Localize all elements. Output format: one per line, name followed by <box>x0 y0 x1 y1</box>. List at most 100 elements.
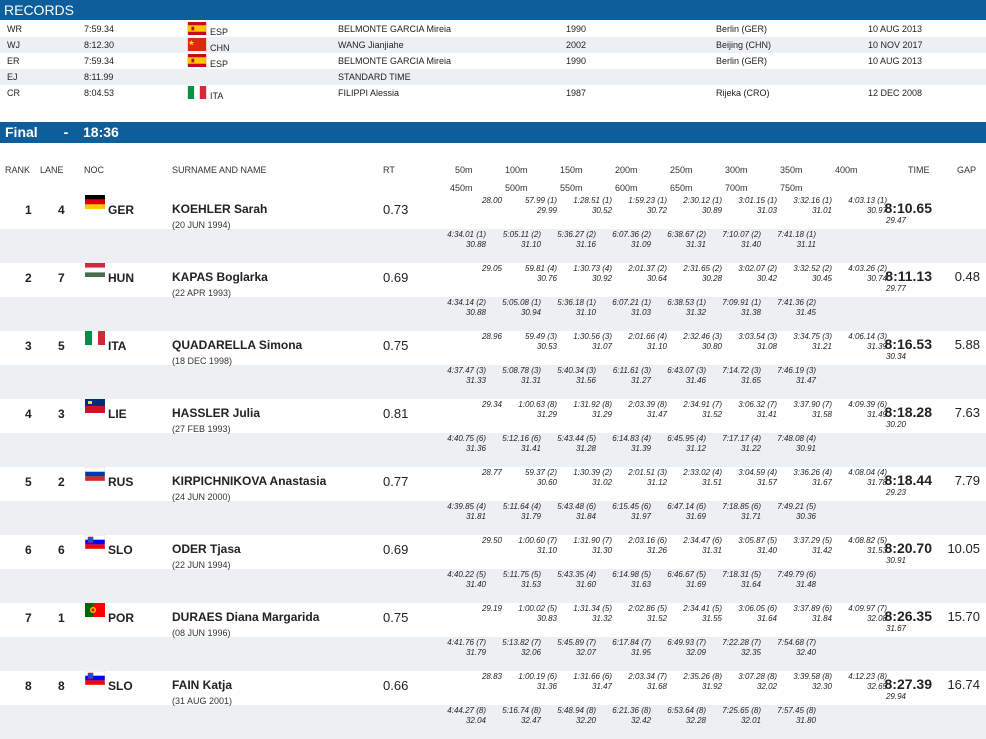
reaction-time: 0.81 <box>383 406 409 421</box>
athlete-dob: (31 AUG 2001) <box>172 696 233 706</box>
flag-hun-icon <box>85 263 105 277</box>
split-cell: 7:49.79 (6) 31.48 <box>746 570 816 590</box>
athlete-row: 2 7 HUN KAPAS Boglarka (22 APR 1993) 0.69 29.0… <box>0 263 986 331</box>
final-time: 8:11.13 <box>885 268 932 284</box>
athlete-dob: (24 JUN 2000) <box>172 492 231 502</box>
flag-esp-icon <box>187 22 207 35</box>
athlete-name[interactable]: KAPAS Boglarka <box>172 270 268 284</box>
split-lap: 32.40 <box>795 648 816 657</box>
flag-slo-icon <box>85 535 105 549</box>
rank-value: 3 <box>25 339 32 353</box>
final-lap: 30.20 <box>885 420 906 429</box>
rank-value: 6 <box>25 543 32 557</box>
record-name: STANDARD TIME <box>338 72 411 82</box>
record-time: 8:04.53 <box>84 88 115 98</box>
noc-code: POR <box>108 611 135 625</box>
header-time: TIME <box>908 165 930 175</box>
split-lap: 31.80 <box>795 716 816 725</box>
split-lap: 30.36 <box>795 512 816 521</box>
final-time: 8:26.35 <box>884 608 932 624</box>
flag-chn-icon <box>187 38 207 51</box>
final-time: 8:27.39 <box>884 676 932 692</box>
rank-value: 7 <box>25 611 32 625</box>
split-cell: 7:57.45 (8) 31.80 <box>746 706 816 726</box>
final-lap: 29.77 <box>885 284 906 293</box>
record-year: 1990 <box>566 24 587 34</box>
reaction-time: 0.75 <box>383 610 409 625</box>
noc-code: GER <box>108 203 135 217</box>
athlete-name[interactable]: KOEHLER Sarah <box>172 202 267 216</box>
final-time: 8:18.28 <box>884 404 932 420</box>
time-gap: 7.79 <box>954 473 980 488</box>
noc-code: HUN <box>108 271 134 285</box>
split-lap: 31.48 <box>795 580 816 589</box>
rank-value: 4 <box>25 407 32 421</box>
athlete-dob: (27 FEB 1993) <box>172 424 231 434</box>
records-header: RECORDS <box>0 0 986 20</box>
split-cumulative: 7:41.36 (2) <box>777 298 816 307</box>
flag-esp-icon <box>187 54 207 67</box>
split-lap: 30.91 <box>795 444 816 453</box>
split-lap: 31.11 <box>796 240 816 249</box>
record-time: 8:12.30 <box>84 40 115 50</box>
split-cumulative: 7:41.18 (1) <box>777 230 816 239</box>
header-rt: RT <box>383 165 395 175</box>
split-cumulative: 7:54.68 (7) <box>777 638 816 647</box>
reaction-time: 0.69 <box>383 270 409 285</box>
record-date: 12 DEC 2008 <box>868 88 923 98</box>
athlete-dob: (18 DEC 1998) <box>172 356 233 366</box>
header-split-750m: 750m <box>780 183 803 193</box>
athlete-dob: (22 JUN 1994) <box>172 560 231 570</box>
record-place: Berlin (GER) <box>716 24 768 34</box>
record-code: WR <box>7 24 22 34</box>
athlete-row: 5 2 RUS KIRPICHNIKOVA Anastasia (24 JUN 2000… <box>0 467 986 535</box>
header-split-150m: 150m <box>560 165 583 175</box>
header-split-500m: 500m <box>505 183 528 193</box>
flag-ger-icon <box>85 195 105 209</box>
header-split-650m: 650m <box>670 183 693 193</box>
final-lap: 30.91 <box>885 556 906 565</box>
lane-value: 6 <box>58 543 65 557</box>
record-code: EJ <box>7 72 18 82</box>
athlete-name[interactable]: DURAES Diana Margarida <box>172 610 319 624</box>
final-time: 8:20.70 <box>884 540 932 556</box>
record-row: WR 7:59.34 ESP BELMONTE GARCIA Mireia 1990 Be… <box>0 21 986 37</box>
phase-separator: - <box>63 124 69 140</box>
header-gap: GAP <box>957 165 977 175</box>
final-lap: 31.67 <box>885 624 906 633</box>
header-split-550m: 550m <box>560 183 583 193</box>
time-gap: 7.63 <box>954 405 980 420</box>
athlete-row: 3 5 ITA QUADARELLA Simona (18 DEC 1998) 0.75 2… <box>0 331 986 399</box>
phase-time: 18:36 <box>83 124 119 140</box>
athlete-name[interactable]: QUADARELLA Simona <box>172 338 302 352</box>
final-lap: 29.94 <box>885 692 906 701</box>
split-cumulative: 7:57.45 (8) <box>777 706 816 715</box>
record-year: 1990 <box>566 56 587 66</box>
time-gap: 15.70 <box>947 609 980 624</box>
header-split-250m: 250m <box>670 165 693 175</box>
athlete-name[interactable]: KIRPICHNIKOVA Anastasia <box>172 474 326 488</box>
final-lap: 29.23 <box>885 488 906 497</box>
rank-value: 2 <box>25 271 32 285</box>
athlete-row: 6 6 SLO ODER Tjasa (22 JUN 1994) 0.69 29.50 1:0… <box>0 535 986 603</box>
record-name: FILIPPI Alessia <box>338 88 400 98</box>
record-place: Berlin (GER) <box>716 56 768 66</box>
athlete-name[interactable]: HASSLER Julia <box>172 406 260 420</box>
athlete-name[interactable]: FAIN Katja <box>172 678 232 692</box>
header-split-700m: 700m <box>725 183 748 193</box>
noc-code: SLO <box>108 679 133 693</box>
header-split-200m: 200m <box>615 165 638 175</box>
header-name: SURNAME AND NAME <box>172 165 267 175</box>
reaction-time: 0.66 <box>383 678 409 693</box>
split-cell: 7:54.68 (7) 32.40 <box>746 638 816 658</box>
record-year: 1987 <box>566 88 587 98</box>
athlete-row: 8 8 SLO FAIN Katja (31 AUG 2001) 0.66 28.83 1:0… <box>0 671 986 739</box>
record-name: BELMONTE GARCIA Mireia <box>338 24 452 34</box>
noc-code: ITA <box>108 339 127 353</box>
record-date: 10 NOV 2017 <box>868 40 923 50</box>
flag-ita-icon <box>85 331 105 345</box>
time-gap: 10.05 <box>947 541 980 556</box>
rank-value: 1 <box>25 203 32 217</box>
athlete-name[interactable]: ODER Tjasa <box>172 542 241 556</box>
split-cumulative: 7:48.08 (4) <box>777 434 816 443</box>
